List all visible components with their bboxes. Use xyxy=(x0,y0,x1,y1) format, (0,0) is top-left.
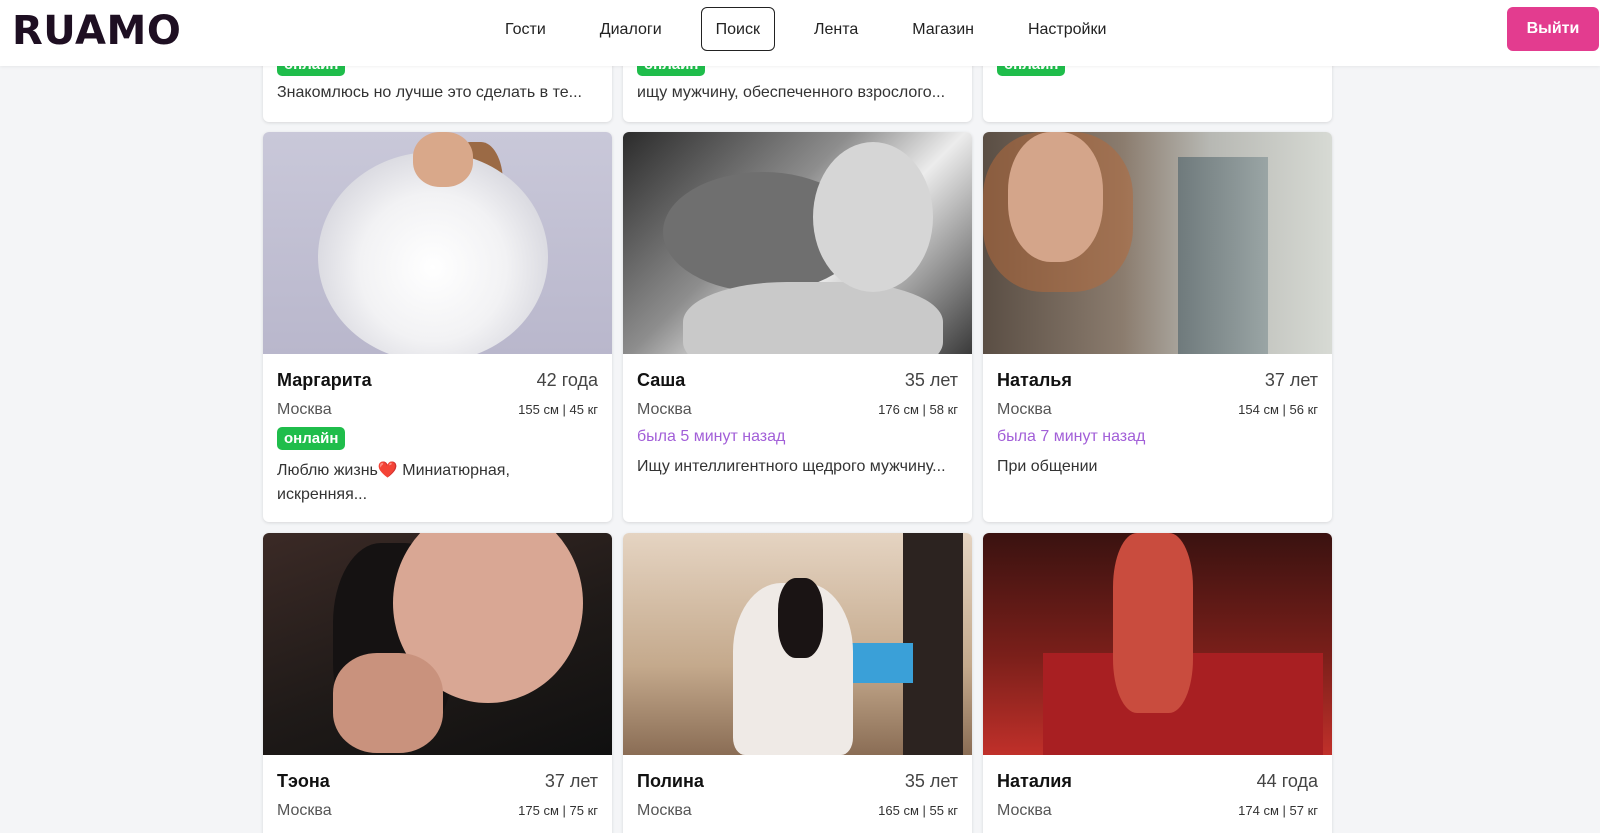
logo[interactable]: RUAMO xyxy=(12,8,181,54)
profile-card[interactable]: Наталья 37 лет Москва 154 см | 56 кг был… xyxy=(983,132,1332,522)
profile-city: Москва xyxy=(997,802,1052,819)
profile-name: Тэона xyxy=(277,771,330,791)
profile-photo[interactable] xyxy=(623,132,972,354)
profile-card[interactable]: Саша 35 лет Москва 176 см | 58 кг была 5… xyxy=(623,132,972,522)
profile-photo[interactable] xyxy=(623,533,972,755)
profile-card[interactable]: Тэона 37 лет Москва 175 см | 75 кг xyxy=(263,533,612,833)
profile-height-weight: 174 см | 57 кг xyxy=(1238,803,1318,818)
profile-about: Ищу интеллигентного щедрого мужчину... xyxy=(637,458,946,475)
profile-height-weight: 175 см | 75 кг xyxy=(518,803,598,818)
profile-card[interactable]: Полина 35 лет Москва 165 см | 55 кг xyxy=(623,533,972,833)
profile-height-weight: 165 см | 55 кг xyxy=(878,803,958,818)
nav-feed[interactable]: Лента xyxy=(799,7,873,51)
profile-city: Москва xyxy=(997,401,1052,418)
nav-search[interactable]: Поиск xyxy=(700,7,775,51)
profile-city: Москва xyxy=(277,802,332,819)
profile-photo[interactable] xyxy=(983,533,1332,755)
profile-photo[interactable] xyxy=(263,132,612,354)
profile-photo[interactable] xyxy=(263,533,612,755)
profile-name: Маргарита xyxy=(277,370,372,390)
profile-about: При общении xyxy=(997,458,1098,475)
profile-card[interactable]: Наталия 44 года Москва 174 см | 57 кг xyxy=(983,533,1332,833)
profile-age: 35 лет xyxy=(904,771,958,791)
profile-about: ищу мужчину, обеспеченного взрослого... xyxy=(637,84,946,101)
profile-name: Полина xyxy=(637,771,704,791)
nav-settings[interactable]: Настройки xyxy=(1013,7,1121,51)
profile-age: 37 лет xyxy=(544,771,598,791)
nav-dialogs[interactable]: Диалоги xyxy=(585,7,677,51)
nav-guests[interactable]: Гости xyxy=(490,7,561,51)
profile-about: Знакомлюсь но лучше это сделать в те... xyxy=(277,84,582,101)
profile-age: 37 лет xyxy=(1264,370,1318,390)
last-seen-status: была 5 минут назад xyxy=(637,428,786,445)
profile-height-weight: 155 см | 45 кг xyxy=(518,402,598,417)
profile-age: 35 лет xyxy=(904,370,958,390)
profile-city: Москва xyxy=(277,401,332,418)
logout-button[interactable]: Выйти xyxy=(1507,7,1599,51)
heart-icon: ❤️ xyxy=(377,462,398,479)
last-seen-status: была 7 минут назад xyxy=(997,428,1146,445)
profile-city: Москва xyxy=(637,401,692,418)
profile-about: Люблю жизнь❤️ Миниатюрная, искренняя... xyxy=(277,462,510,503)
profile-name: Наталья xyxy=(997,370,1072,390)
profile-height-weight: 176 см | 58 кг xyxy=(878,402,958,417)
profile-name: Наталия xyxy=(997,771,1072,791)
profile-photo[interactable] xyxy=(983,132,1332,354)
profile-card[interactable]: Маргарита 42 года Москва 155 см | 45 кг … xyxy=(263,132,612,522)
profile-height-weight: 154 см | 56 кг xyxy=(1238,402,1318,417)
profile-age: 44 года xyxy=(1256,771,1318,791)
main-nav: Гости Диалоги Поиск Лента Магазин Настро… xyxy=(490,7,1145,51)
profile-city: Москва xyxy=(637,802,692,819)
profile-name: Саша xyxy=(637,370,686,390)
nav-shop[interactable]: Магазин xyxy=(897,7,989,51)
top-header: RUAMO Гости Диалоги Поиск Лента Магазин … xyxy=(0,0,1600,66)
online-badge: онлайн xyxy=(277,427,346,450)
profile-age: 42 года xyxy=(536,370,598,390)
